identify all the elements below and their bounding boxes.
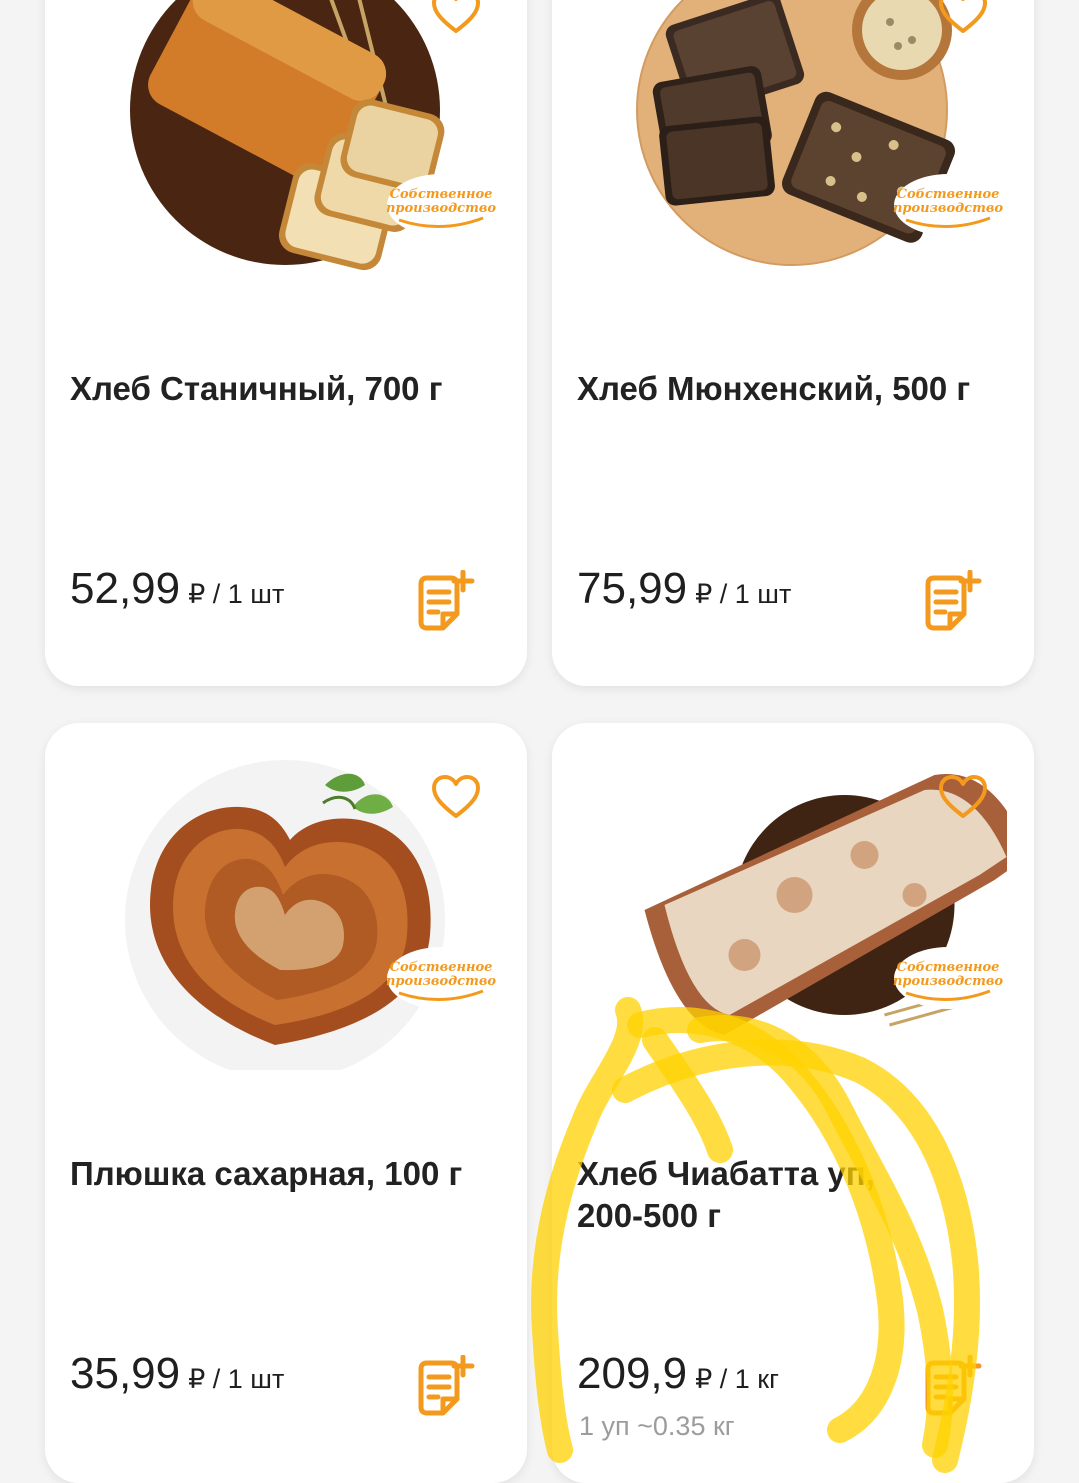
pack-weight-info: 1 уп ~0.35 кг [579, 1411, 735, 1441]
price: 52,99 ₽ / 1 шт [70, 564, 284, 614]
heart-outline-icon[interactable] [430, 0, 482, 36]
badge-line-1: Собственное [389, 960, 493, 975]
heart-outline-icon[interactable] [430, 773, 482, 821]
product-card[interactable]: Собственное производство Плюшка сахарная… [45, 723, 527, 1483]
price: 209,9 ₽ / 1 кг [577, 1349, 779, 1399]
price-value: 209,9 [577, 1349, 688, 1398]
price-value: 35,99 [70, 1349, 181, 1398]
price-unit: ₽ / 1 кг [695, 1364, 779, 1394]
heart-outline-icon[interactable] [937, 0, 989, 36]
product-title[interactable]: Хлеб Мюнхенский, 500 г [577, 368, 997, 410]
own-production-badge: Собственное производство [892, 945, 1004, 1011]
badge-line-1: Собственное [896, 960, 1000, 975]
list-add-icon[interactable] [920, 570, 982, 636]
product-card[interactable]: Собственное производство Хлеб Мюнхенский… [552, 0, 1034, 686]
price-unit: ₽ / 1 шт [188, 1364, 285, 1394]
product-image-dark-bread[interactable] [632, 0, 957, 285]
product-image-white-bread[interactable] [125, 0, 450, 285]
badge-line-2: производство [385, 974, 497, 989]
product-title[interactable]: Хлеб Чиабатта уп, 200-500 г [577, 1153, 907, 1237]
list-add-icon[interactable] [413, 1355, 475, 1421]
badge-line-1: Собственное [389, 187, 493, 202]
price: 35,99 ₽ / 1 шт [70, 1349, 284, 1399]
price-unit: ₽ / 1 шт [188, 579, 285, 609]
badge-line-2: производство [385, 201, 497, 216]
price-value: 75,99 [577, 564, 688, 613]
badge-line-2: производство [892, 201, 1004, 216]
product-card[interactable]: Собственное производство Хлеб Чиабатта у… [552, 723, 1034, 1483]
heart-outline-icon[interactable] [937, 773, 989, 821]
list-add-icon[interactable] [413, 570, 475, 636]
product-title[interactable]: Плюшка сахарная, 100 г [70, 1153, 490, 1195]
own-production-badge: Собственное производство [385, 945, 497, 1011]
list-add-icon[interactable] [920, 1355, 982, 1421]
product-card[interactable]: Собственное производство Хлеб Станичный,… [45, 0, 527, 686]
badge-line-2: производство [892, 974, 1004, 989]
own-production-badge: Собственное производство [892, 172, 1004, 238]
price-unit: ₽ / 1 шт [695, 579, 792, 609]
product-image-sugar-bun[interactable] [125, 745, 450, 1070]
price-value: 52,99 [70, 564, 181, 613]
badge-line-1: Собственное [896, 187, 1000, 202]
own-production-badge: Собственное производство [385, 172, 497, 238]
price: 75,99 ₽ / 1 шт [577, 564, 791, 614]
product-title[interactable]: Хлеб Станичный, 700 г [70, 368, 490, 410]
